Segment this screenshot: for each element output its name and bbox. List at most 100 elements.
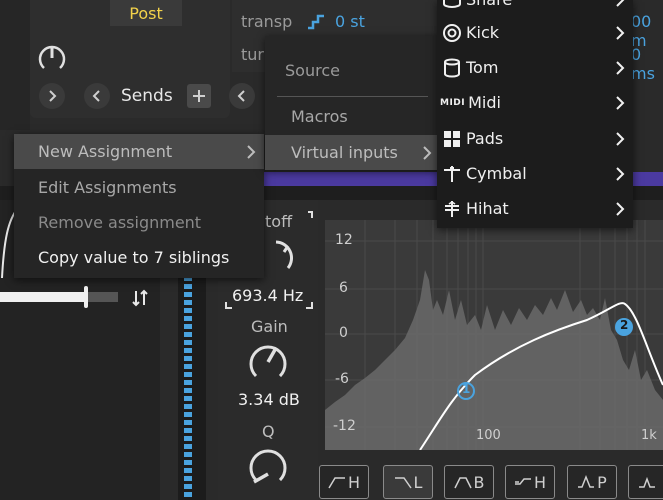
lowpass-icon <box>394 477 412 489</box>
menu-item-label: Tom <box>466 58 499 77</box>
filter-peak-label: P <box>597 472 607 492</box>
menu-item-hihat[interactable]: Hihat <box>437 191 633 226</box>
menu-item-virtual-inputs[interactable]: Virtual inputs <box>265 135 440 170</box>
tur-label: tur <box>241 45 264 64</box>
filter-highshelf-label: H <box>533 472 547 492</box>
chevron-right-icon <box>616 60 625 75</box>
eq-node-1[interactable]: 1 <box>462 382 470 396</box>
menu-item-label: Macros <box>291 107 348 126</box>
x-tick-1k: 1k <box>641 428 657 443</box>
chevron-left-icon <box>92 90 100 102</box>
filter-lowpass-button[interactable]: L <box>383 465 433 499</box>
highshelf-icon <box>514 478 531 485</box>
source-menu: Source Macros Virtual inputs <box>265 36 440 170</box>
swap-arrows-icon[interactable] <box>131 289 149 307</box>
filter-highpass-label: H <box>347 472 361 492</box>
transp-value[interactable]: 0 st <box>335 12 365 31</box>
menu-item-cymbal[interactable]: Cymbal <box>437 156 633 191</box>
virtual-inputs-menu: Snare Kick Tom MIDI Midi Pads Cymbal Hih… <box>437 0 633 228</box>
source-menu-header: Source <box>265 53 440 88</box>
source-header-label: Source <box>285 61 340 80</box>
bandpass-icon <box>453 477 472 489</box>
menu-item-label: Kick <box>466 23 499 42</box>
chevron-right-icon <box>49 90 57 102</box>
filter-extra-button[interactable] <box>628 465 663 499</box>
menu-item-kick[interactable]: Kick <box>437 15 633 50</box>
sends-label: Sends <box>121 86 173 106</box>
cymbal-icon <box>444 165 460 182</box>
small-knob[interactable] <box>36 42 68 74</box>
post-button[interactable]: Post <box>110 0 182 26</box>
eq-node-2[interactable]: 2 <box>620 318 628 332</box>
chevron-right-icon <box>616 166 625 181</box>
y-tick-0: 0 <box>339 325 348 341</box>
menu-item-macros[interactable]: Macros <box>265 99 440 134</box>
menu-item-tom[interactable]: Tom <box>437 50 633 85</box>
step-icon <box>308 14 324 30</box>
eq-graph-svg <box>325 220 663 450</box>
chevron-right-icon <box>247 144 256 159</box>
menu-item-pads[interactable]: Pads <box>437 121 633 156</box>
highpass-icon <box>328 477 345 489</box>
chevron-left-icon <box>237 90 245 102</box>
chevron-right-icon <box>616 201 625 216</box>
q-knob[interactable] <box>246 444 290 488</box>
chevron-right-icon <box>423 145 432 160</box>
midi-icon: MIDI <box>440 97 466 108</box>
filter-bandpass-button[interactable]: B <box>444 465 494 499</box>
fader-track[interactable] <box>0 286 118 308</box>
nav-left-button-2[interactable] <box>229 83 255 109</box>
eq-graph[interactable]: 12 6 0 -6 -12 100 1k 1 2 <box>325 220 663 450</box>
sends-prev-button[interactable] <box>84 83 110 109</box>
snare-icon <box>443 0 461 8</box>
menu-item-label: New Assignment <box>38 142 173 161</box>
gain-label: Gain <box>251 317 288 336</box>
chevron-right-icon <box>616 0 624 7</box>
menu-item-label: Remove assignment <box>38 213 202 232</box>
gain-value[interactable]: 3.34 dB <box>238 390 300 409</box>
x-tick-100: 100 <box>476 428 501 443</box>
post-label: Post <box>129 3 163 23</box>
menu-item-label: Edit Assignments <box>38 178 177 197</box>
sends-add-button[interactable] <box>187 84 211 108</box>
menu-item-copy-value[interactable]: Copy value to 7 siblings <box>14 240 264 275</box>
cutoff-value[interactable]: 693.4 Hz <box>232 286 303 305</box>
q-label: Q <box>262 422 275 441</box>
filter-lowpass-label: L <box>413 472 423 492</box>
y-tick-neg12: -12 <box>333 418 356 434</box>
filter-peak-button[interactable]: P <box>567 465 617 499</box>
chevron-right-icon <box>616 95 625 110</box>
right-value-2: 0 ms <box>631 45 655 83</box>
plus-icon <box>193 90 205 102</box>
menu-item-label: Midi <box>468 93 501 112</box>
menu-item-label: Copy value to 7 siblings <box>38 248 230 267</box>
chevron-right-icon <box>616 25 625 40</box>
menu-item-new-assignment[interactable]: New Assignment <box>14 134 264 169</box>
nav-right-button[interactable] <box>39 83 65 109</box>
hihat-icon <box>445 200 459 217</box>
menu-item-label: Cymbal <box>466 164 527 183</box>
context-menu: New Assignment Edit Assignments Remove a… <box>14 134 264 278</box>
top-left-panel <box>0 0 30 130</box>
menu-item-label: Pads <box>466 129 504 148</box>
peak-icon <box>578 475 595 488</box>
kick-icon <box>443 23 461 42</box>
chevron-right-icon <box>616 131 625 146</box>
tom-icon <box>444 58 460 77</box>
source-menu-divider <box>277 96 428 97</box>
filter-highpass-button[interactable]: H <box>319 465 369 499</box>
menu-item-edit-assignments[interactable]: Edit Assignments <box>14 170 264 205</box>
menu-item-label: Hihat <box>466 199 509 218</box>
notch-icon <box>638 476 655 488</box>
menu-item-midi[interactable]: MIDI Midi <box>437 85 633 120</box>
menu-item-remove-assignment[interactable]: Remove assignment <box>14 205 264 240</box>
y-tick-12: 12 <box>335 232 353 248</box>
menu-item-label: Virtual inputs <box>291 143 398 162</box>
menu-item-label: Snare <box>466 0 512 9</box>
transp-label: transp <box>241 12 293 31</box>
filter-highshelf-button[interactable]: H <box>505 465 555 499</box>
filter-bandpass-label: B <box>473 472 485 492</box>
y-tick-neg6: -6 <box>335 371 349 387</box>
gain-knob[interactable] <box>246 340 290 384</box>
level-meter <box>178 260 206 500</box>
